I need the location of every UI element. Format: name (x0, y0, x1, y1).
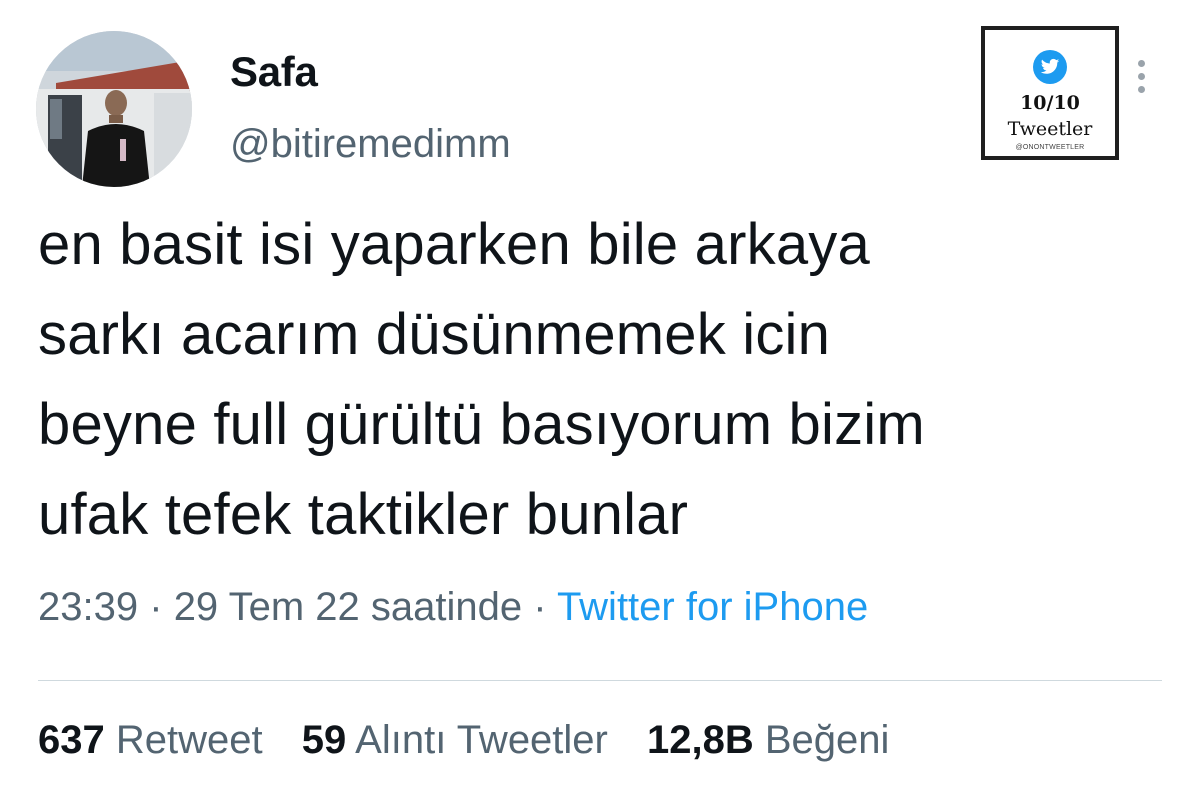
tweet-line: beyne full gürültü basıyorum bizim (38, 392, 925, 457)
badge-label: Tweetler (1007, 118, 1093, 140)
tweet-time[interactable]: 23:39 (38, 585, 138, 629)
retweets-count: 637 (38, 718, 105, 762)
tweet-line: ufak tefek taktikler bunlar (38, 482, 689, 547)
likes-stat[interactable]: 12,8B Beğeni (647, 718, 889, 762)
meta-separator: · (533, 585, 547, 629)
retweets-stat[interactable]: 637 Retweet (38, 718, 274, 762)
quotes-label: Alıntı Tweetler (355, 718, 608, 762)
avatar[interactable] (36, 31, 192, 187)
likes-label: Beğeni (764, 718, 890, 762)
tweet-line: en basit isi yaparken bile arkaya (38, 212, 870, 277)
tweet-metadata: 23:39 · 29 Tem 22 saatinde · Twitter for… (38, 585, 868, 630)
likes-count: 12,8B (647, 718, 754, 762)
quotes-stat[interactable]: 59 Alıntı Tweetler (302, 718, 619, 762)
meta-separator: · (149, 585, 163, 629)
display-name[interactable]: Safa (230, 48, 318, 96)
badge-score: 10/10 (1020, 92, 1080, 114)
user-handle[interactable]: @bitiremedimm (230, 122, 511, 167)
tweet-date[interactable]: 29 Tem 22 saatinde (174, 585, 522, 629)
tweet-source-link[interactable]: Twitter for iPhone (557, 585, 868, 629)
retweets-label: Retweet (115, 718, 263, 762)
divider (38, 680, 1162, 681)
vertical-ellipsis-icon[interactable] (1136, 60, 1146, 100)
twitter-bird-icon (1033, 50, 1067, 84)
profile-photo-image (36, 31, 192, 187)
tweet-line: sarkı acarım düsünmemek icin (38, 302, 831, 367)
rating-badge: 10/10 Tweetler @ONONTWEETLER (981, 26, 1119, 160)
badge-credit: @ONONTWEETLER (1015, 144, 1085, 151)
quotes-count: 59 (301, 718, 347, 762)
tweet-text: en basit isi yaparken bile arkaya sarkı … (38, 200, 1178, 560)
engagement-stats: 637 Retweet 59 Alıntı Tweetler 12,8B Beğ… (38, 718, 917, 763)
